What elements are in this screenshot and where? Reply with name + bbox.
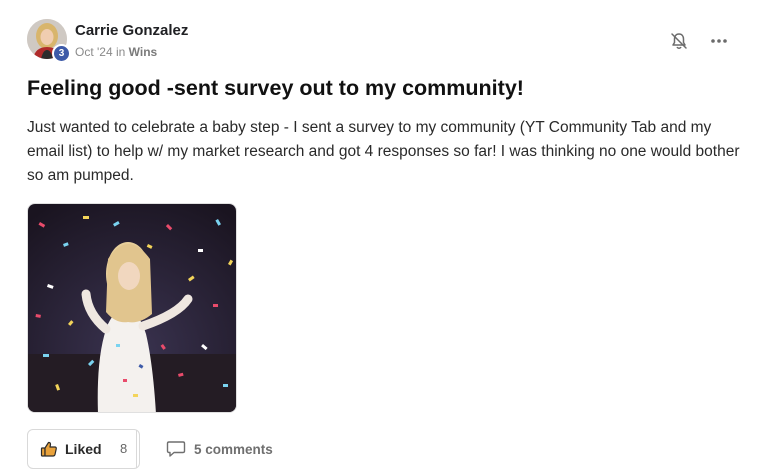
bell-off-icon[interactable] [669,31,689,51]
comments-link[interactable]: 5 comments [166,440,273,458]
comments-label[interactable]: 5 comments [194,442,273,457]
author-name[interactable]: Carrie Gonzalez [75,22,188,39]
celebration-gif[interactable] [27,203,237,413]
level-badge: 3 [52,44,71,63]
post-card: 3 Carrie Gonzalez Oct '24 in Wins Feelin… [0,0,762,476]
post-date: Oct '24 [75,45,113,59]
like-button[interactable]: Liked 8 [27,429,140,469]
thumbs-up-icon [40,440,58,458]
like-label: Liked [65,441,102,457]
author-avatar[interactable]: 3 [27,19,71,63]
like-count[interactable]: 8 [120,441,127,456]
post-meta: Oct '24 in Wins [75,45,157,59]
more-horizontal-icon[interactable] [709,31,729,51]
like-divider [136,430,137,468]
post-title: Feeling good -sent survey out to my comm… [27,76,524,100]
category-link[interactable]: Wins [129,45,158,59]
post-body: Just wanted to celebrate a baby step - I… [27,119,740,184]
meta-in: in [115,45,126,59]
comment-bubble-icon [166,440,186,458]
